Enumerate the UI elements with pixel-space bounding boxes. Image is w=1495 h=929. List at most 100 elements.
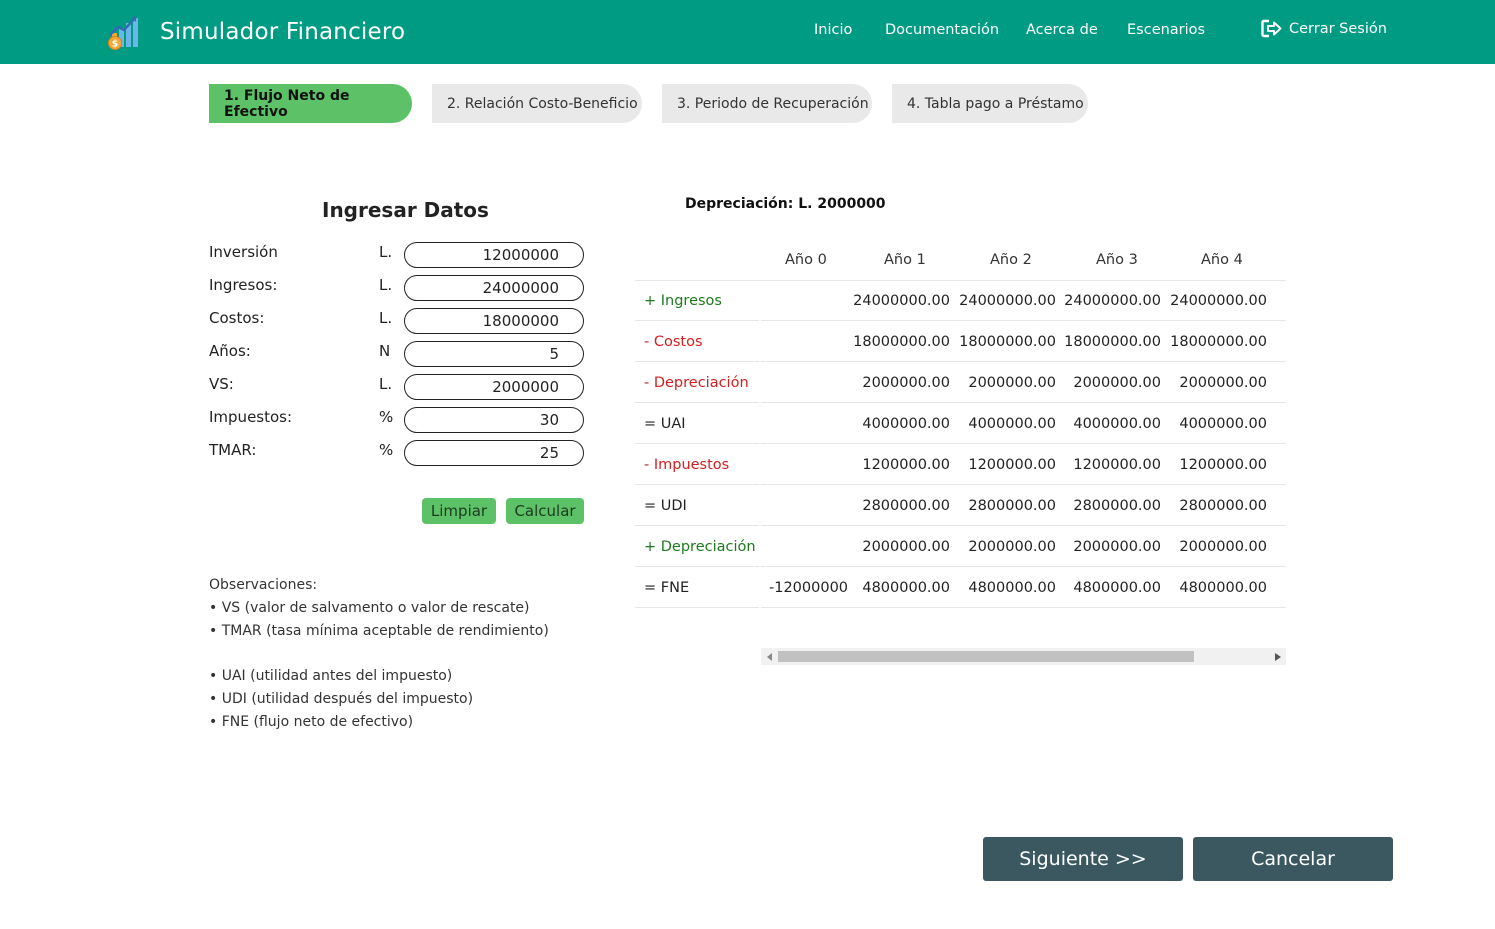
value-cell: 4000000.00 — [862, 416, 950, 432]
brand[interactable]: $ Simulador Financiero — [106, 12, 405, 52]
cash-flow-table: Año 0 Año 1 Año 2 Año 3 Año 4 + Ingresos… — [635, 240, 1286, 610]
value-cell: 2800000.00 — [1073, 498, 1161, 514]
column-header: Año 4 — [1201, 252, 1243, 268]
row-label: - Costos — [635, 322, 759, 362]
field-unit: % — [379, 441, 394, 459]
value-cell: 18000000.00 — [959, 334, 1056, 350]
row-label: = FNE — [635, 568, 759, 608]
value-cell: 2000000.00 — [1073, 375, 1161, 391]
table-row: + Ingresos 24000000.00 24000000.00 24000000… — [635, 281, 1286, 322]
svg-text:$: $ — [112, 40, 118, 50]
observation-item: • TMAR (tasa mínima aceptable de rendimi… — [209, 622, 549, 639]
table-row: = UAI 4000000.00 4000000.00 4000000.00 40000… — [635, 404, 1286, 445]
value-cell: 1200000.00 — [862, 457, 950, 473]
field-unit: L. — [379, 276, 393, 294]
value-cell: 2800000.00 — [862, 498, 950, 514]
observation-item: • UDI (utilidad después del impuesto) — [209, 690, 474, 707]
value-cell: 2800000.00 — [968, 498, 1056, 514]
value-cell: 4000000.00 — [1179, 416, 1267, 432]
scrollbar-thumb[interactable] — [778, 651, 1194, 662]
field-unit: L. — [379, 243, 393, 261]
table-row: - Costos 18000000.00 18000000.00 18000000.0… — [635, 322, 1286, 363]
table-row: - Depreciación 2000000.00 2000000.00 200000… — [635, 363, 1286, 404]
anos-input[interactable] — [404, 341, 584, 367]
table-horizontal-scrollbar[interactable] — [761, 648, 1286, 665]
nav-link-documentacion[interactable]: Documentación — [885, 22, 999, 38]
tab-tabla-pago-prestamo[interactable]: 4. Tabla pago a Préstamo — [892, 84, 1088, 123]
ingresos-input[interactable] — [404, 275, 584, 301]
column-header: Año 1 — [884, 252, 926, 268]
field-unit: % — [379, 408, 394, 426]
row-label: + Depreciación — [635, 527, 759, 567]
depreciation-summary: Depreciación: L. 2000000 — [685, 196, 886, 212]
value-cell: 18000000.00 — [1064, 334, 1161, 350]
value-cell: 2000000.00 — [968, 539, 1056, 555]
tab-relacion-costo-beneficio[interactable]: 2. Relación Costo-Beneficio — [432, 84, 642, 123]
observations: Observaciones: • VS (valor de salvamento… — [209, 574, 549, 734]
field-label: Años: — [209, 342, 251, 360]
logout-button[interactable]: Cerrar Sesión — [1261, 19, 1387, 38]
value-cell: 4000000.00 — [968, 416, 1056, 432]
observation-item: • FNE (flujo neto de efectivo) — [209, 713, 414, 730]
row-label: - Depreciación — [635, 363, 759, 403]
scroll-right-arrow-icon[interactable] — [1269, 648, 1286, 665]
value-cell: 4800000.00 — [862, 580, 950, 596]
scroll-left-arrow-icon[interactable] — [761, 648, 778, 665]
field-label: Costos: — [209, 309, 265, 327]
value-cell: 2000000.00 — [1179, 375, 1267, 391]
value-cell: 24000000.00 — [959, 293, 1056, 309]
clear-button[interactable]: Limpiar — [422, 498, 496, 524]
value-cell: 2000000.00 — [968, 375, 1056, 391]
value-cell: 1200000.00 — [1179, 457, 1267, 473]
value-cell: 4800000.00 — [968, 580, 1056, 596]
app-title: Simulador Financiero — [160, 19, 406, 45]
field-row-tmar: TMAR: % — [209, 440, 585, 466]
value-cell: 4800000.00 — [1179, 580, 1267, 596]
nav-link-acerca-de[interactable]: Acerca de — [1026, 22, 1098, 38]
table-row: = UDI 2800000.00 2800000.00 2800000.00 28000… — [635, 486, 1286, 527]
table-row: = FNE -12000000 4800000.00 4800000.00 480000… — [635, 568, 1286, 609]
field-label: Inversión — [209, 243, 278, 261]
field-row-vs: VS: L. — [209, 374, 585, 400]
observations-heading: Observaciones: — [209, 577, 318, 593]
vs-input[interactable] — [404, 374, 584, 400]
nav-link-inicio[interactable]: Inicio — [814, 22, 852, 38]
tmar-input[interactable] — [404, 440, 584, 466]
tab-periodo-recuperacion[interactable]: 3. Periodo de Recuperación — [662, 84, 872, 123]
field-unit: L. — [379, 309, 393, 327]
costos-input[interactable] — [404, 308, 584, 334]
calculate-button[interactable]: Calcular — [506, 498, 584, 524]
field-row-inversion: Inversión L. — [209, 242, 585, 268]
top-navbar: $ Simulador Financiero Inicio Documentac… — [0, 0, 1495, 64]
impuestos-input[interactable] — [404, 407, 584, 433]
observation-item: • VS (valor de salvamento o valor de res… — [209, 599, 530, 616]
field-unit: N — [379, 342, 391, 360]
field-row-costos: Costos: L. — [209, 308, 585, 334]
nav-link-escenarios[interactable]: Escenarios — [1127, 22, 1205, 38]
observation-spacer — [209, 642, 549, 665]
column-header: Año 3 — [1096, 252, 1138, 268]
value-cell: 24000000.00 — [853, 293, 950, 309]
value-cell: 2000000.00 — [1179, 539, 1267, 555]
field-label: TMAR: — [209, 441, 257, 459]
value-cell: 2000000.00 — [1073, 539, 1161, 555]
next-button[interactable]: Siguiente >> — [983, 837, 1183, 881]
inversion-input[interactable] — [404, 242, 584, 268]
field-row-impuestos: Impuestos: % — [209, 407, 585, 433]
cancel-button[interactable]: Cancelar — [1193, 837, 1393, 881]
logout-label: Cerrar Sesión — [1289, 20, 1387, 37]
value-cell: 18000000.00 — [1170, 334, 1267, 350]
table-row: - Impuestos 1200000.00 1200000.00 1200000.0… — [635, 445, 1286, 486]
field-unit: L. — [379, 375, 393, 393]
column-header: Año 0 — [785, 252, 827, 268]
row-label: = UDI — [635, 486, 759, 526]
field-row-anos: Años: N — [209, 341, 585, 367]
row-label: = UAI — [635, 404, 759, 444]
tab-flujo-neto-efectivo[interactable]: 1. Flujo Neto de Efectivo — [209, 84, 412, 123]
field-label: VS: — [209, 375, 234, 393]
value-cell: 1200000.00 — [1073, 457, 1161, 473]
value-cell: 4000000.00 — [1073, 416, 1161, 432]
finance-chart-logo-icon: $ — [106, 13, 144, 51]
form-title: Ingresar Datos — [322, 198, 489, 222]
value-cell: 2800000.00 — [1179, 498, 1267, 514]
